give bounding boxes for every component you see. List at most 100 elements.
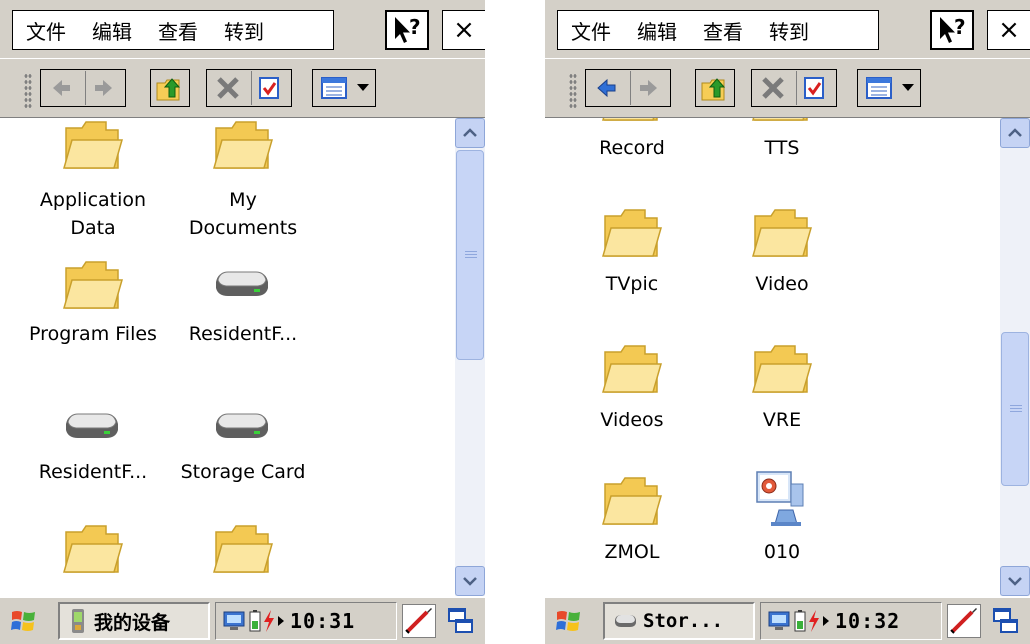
- folder-icon: [602, 345, 662, 393]
- nav-button-group: [585, 69, 671, 107]
- item-label: ResidentF...: [188, 323, 298, 345]
- help-button[interactable]: ?: [385, 10, 429, 50]
- view-button-group[interactable]: [857, 69, 921, 107]
- menu-box: 文件 编辑 查看 转到: [557, 10, 879, 50]
- up-button-group: [695, 69, 735, 107]
- menu-box: 文件 编辑 查看 转到: [12, 10, 334, 50]
- edit-button-group: [751, 69, 837, 107]
- item-label: Application Data: [39, 189, 147, 239]
- scroll-thumb[interactable]: [456, 150, 484, 360]
- input-panel-button[interactable]: [947, 604, 981, 638]
- power-bolt-icon[interactable]: [262, 609, 276, 633]
- task-button[interactable]: Stor...: [603, 602, 755, 640]
- item-label: Videos: [600, 409, 664, 431]
- back-button[interactable]: [45, 71, 79, 105]
- vertical-scrollbar[interactable]: [455, 118, 485, 596]
- scroll-up-button[interactable]: [1000, 118, 1030, 148]
- menu-file[interactable]: 文件: [558, 16, 624, 45]
- menu-go[interactable]: 转到: [211, 16, 277, 45]
- help-cursor-icon: ?: [940, 15, 966, 43]
- view-list-icon: [321, 77, 347, 99]
- start-windows-icon[interactable]: [555, 608, 583, 634]
- clock[interactable]: 10:31: [290, 609, 355, 633]
- menu-view[interactable]: 查看: [145, 16, 211, 45]
- folder-icon: [602, 118, 658, 121]
- battery-icon[interactable]: [248, 609, 262, 633]
- up-folder-button[interactable]: [698, 71, 732, 105]
- delete-button[interactable]: [756, 71, 790, 105]
- switch-window-icon[interactable]: [991, 606, 1021, 636]
- input-panel-button[interactable]: [402, 604, 436, 638]
- power-bolt-icon[interactable]: [807, 609, 821, 633]
- drive-icon: [615, 615, 636, 627]
- properties-icon: [259, 77, 279, 99]
- scroll-down-button[interactable]: [1000, 566, 1030, 596]
- taskbar: 我的设备 10:31: [0, 596, 485, 644]
- drive-icon: [66, 413, 118, 438]
- drive-icon: [216, 413, 268, 438]
- pen-input-icon: [950, 608, 977, 634]
- help-button[interactable]: ?: [930, 10, 974, 50]
- taskbar: Stor... 10:32: [545, 596, 1030, 644]
- clock[interactable]: 10:32: [835, 609, 900, 633]
- switch-window-icon[interactable]: [446, 606, 476, 636]
- delete-button[interactable]: [211, 71, 245, 105]
- thumb-grip: [1010, 405, 1022, 413]
- scroll-up-button[interactable]: [455, 118, 485, 148]
- svg-text:?: ?: [954, 15, 966, 39]
- properties-button[interactable]: [796, 71, 831, 105]
- view-mode-button[interactable]: [862, 71, 896, 105]
- forward-button[interactable]: [85, 71, 120, 105]
- task-label: 我的设备: [94, 611, 171, 634]
- toolbar: [0, 58, 485, 118]
- thumb-grip: [465, 251, 477, 259]
- menu-edit[interactable]: 编辑: [624, 16, 690, 45]
- pen-input-icon: [405, 608, 432, 634]
- forward-arrow-icon: [640, 80, 657, 96]
- tray-arrow-icon[interactable]: [276, 609, 286, 633]
- toolbar-grip[interactable]: [569, 73, 577, 109]
- item-label: ZMOL: [604, 541, 660, 563]
- forward-button[interactable]: [630, 71, 665, 105]
- up-folder-button[interactable]: [153, 71, 187, 105]
- chevron-down-icon[interactable]: [902, 84, 914, 91]
- chevron-up-icon: [1008, 128, 1022, 137]
- forward-arrow-icon: [95, 80, 112, 96]
- up-button-group: [150, 69, 190, 107]
- scroll-down-button[interactable]: [455, 566, 485, 596]
- start-windows-icon[interactable]: [10, 608, 38, 634]
- scroll-thumb[interactable]: [1001, 332, 1029, 486]
- menu-bar: 文件 编辑 查看 转到 ? ×: [0, 0, 485, 58]
- vertical-scrollbar[interactable]: [1000, 118, 1030, 596]
- device-icon: [72, 609, 84, 633]
- network-icon[interactable]: [767, 608, 793, 634]
- back-button[interactable]: [590, 71, 624, 105]
- task-button[interactable]: 我的设备: [58, 602, 210, 640]
- menu-view[interactable]: 查看: [690, 16, 756, 45]
- toolbar-grip[interactable]: [24, 73, 32, 109]
- back-arrow-icon: [597, 78, 616, 98]
- battery-icon[interactable]: [793, 609, 807, 633]
- drive-icon: [216, 271, 268, 296]
- explorer-window-left: 文件 编辑 查看 转到 ? × Application Data My Docu…: [0, 0, 485, 644]
- close-button[interactable]: ×: [987, 10, 1030, 50]
- folder-icon: [752, 118, 808, 121]
- delete-icon: [762, 77, 784, 99]
- menu-edit[interactable]: 编辑: [79, 16, 145, 45]
- view-button-group[interactable]: [312, 69, 376, 107]
- item-label: Video: [755, 273, 809, 295]
- properties-button[interactable]: [251, 71, 286, 105]
- file-list: Application Data My Documents Program Fi…: [0, 118, 455, 596]
- nav-button-group: [40, 69, 126, 107]
- folder-icon: [602, 209, 662, 257]
- tray-arrow-icon[interactable]: [821, 609, 831, 633]
- view-mode-button[interactable]: [317, 71, 351, 105]
- close-button[interactable]: ×: [442, 10, 485, 50]
- view-list-icon: [866, 77, 892, 99]
- svg-text:?: ?: [409, 15, 421, 39]
- menu-file[interactable]: 文件: [13, 16, 79, 45]
- chevron-down-icon[interactable]: [357, 84, 369, 91]
- menu-go[interactable]: 转到: [756, 16, 822, 45]
- network-icon[interactable]: [222, 608, 248, 634]
- folder-icon: [752, 209, 812, 257]
